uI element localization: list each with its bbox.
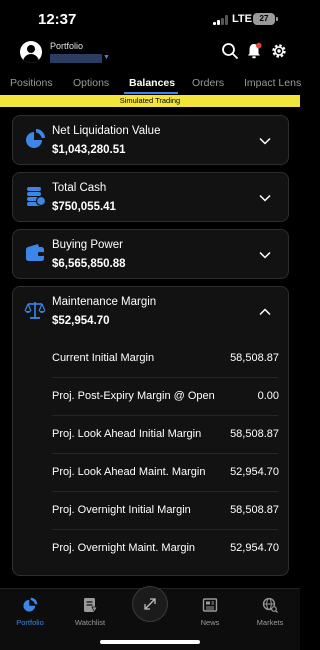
tab-positions[interactable]: Positions bbox=[10, 77, 53, 89]
nav-label: News bbox=[200, 618, 220, 627]
pie-chart-icon bbox=[26, 129, 45, 148]
net-liquidation-card[interactable]: Net Liquidation Value $1,043,280.51 bbox=[12, 115, 289, 165]
nav-markets[interactable]: Markets bbox=[244, 597, 296, 631]
home-indicator bbox=[100, 640, 200, 644]
card-title: Buying Power bbox=[52, 239, 123, 251]
margin-row: Proj. Overnight Initial Margin 58,508.87 bbox=[24, 491, 279, 529]
account-selector[interactable] bbox=[50, 54, 102, 63]
battery-cap bbox=[276, 17, 278, 21]
search-icon[interactable] bbox=[221, 42, 239, 60]
margin-row-value: 52,954.70 bbox=[230, 542, 279, 554]
chevron-down-icon[interactable] bbox=[258, 137, 272, 145]
nav-portfolio[interactable]: Portfolio bbox=[4, 597, 56, 631]
margin-row: Proj. Look Ahead Maint. Margin 52,954.70 bbox=[24, 453, 279, 491]
scales-icon bbox=[24, 302, 46, 319]
nav-label: Watchlist bbox=[74, 618, 106, 627]
nav-label: Markets bbox=[256, 618, 284, 627]
avatar[interactable] bbox=[20, 41, 42, 63]
chevron-down-icon[interactable] bbox=[258, 194, 272, 202]
tab-balances[interactable]: Balances bbox=[129, 77, 175, 89]
card-title: Total Cash bbox=[52, 182, 107, 194]
chevron-down-icon[interactable]: ▼ bbox=[103, 54, 110, 61]
tab-bar: Positions Options Balances Orders Impact… bbox=[0, 74, 301, 94]
margin-row-label: Proj. Post-Expiry Margin @ Open bbox=[52, 390, 215, 402]
status-time: 12:37 bbox=[38, 11, 77, 28]
pie-chart-icon bbox=[23, 597, 38, 612]
margin-row-label: Proj. Overnight Maint. Margin bbox=[52, 542, 196, 554]
tab-options[interactable]: Options bbox=[73, 77, 109, 89]
card-title: Net Liquidation Value bbox=[52, 125, 161, 137]
card-value: $6,565,850.88 bbox=[52, 258, 126, 270]
card-value: $750,055.41 bbox=[52, 201, 116, 213]
margin-row-label: Proj. Look Ahead Initial Margin bbox=[52, 428, 202, 440]
network-type: LTE bbox=[232, 13, 252, 25]
watchlist-icon bbox=[84, 598, 98, 613]
wallet-icon bbox=[26, 244, 44, 261]
app-header: Portfolio ▼ bbox=[0, 38, 300, 74]
portfolio-label: Portfolio bbox=[50, 41, 84, 51]
nav-expand-button[interactable] bbox=[132, 586, 168, 622]
globe-search-icon bbox=[262, 597, 278, 613]
maintenance-margin-card[interactable]: Maintenance Margin $52,954.70 Current In… bbox=[12, 286, 289, 576]
total-cash-card[interactable]: Total Cash $750,055.41 bbox=[12, 172, 289, 222]
chevron-up-icon[interactable] bbox=[258, 308, 272, 316]
battery-icon: 27 bbox=[253, 13, 275, 25]
margin-row-value: 0.00 bbox=[257, 390, 279, 402]
margin-row-value: 52,954.70 bbox=[230, 466, 279, 478]
nav-watchlist[interactable]: Watchlist bbox=[64, 597, 116, 631]
margin-row-label: Proj. Look Ahead Maint. Margin bbox=[52, 466, 206, 478]
battery-level: 27 bbox=[259, 14, 269, 23]
newspaper-icon bbox=[202, 598, 218, 612]
status-bar: 12:37 LTE 27 bbox=[0, 0, 300, 38]
margin-row: Proj. Look Ahead Initial Margin 58,508.8… bbox=[24, 415, 279, 453]
margin-row-label: Current Initial Margin bbox=[52, 352, 155, 364]
margin-row-label: Proj. Overnight Initial Margin bbox=[52, 504, 191, 516]
tab-orders[interactable]: Orders bbox=[192, 77, 224, 89]
expand-arrows-icon bbox=[144, 598, 156, 610]
settings-gear-icon[interactable] bbox=[270, 42, 288, 60]
coins-icon bbox=[27, 187, 46, 207]
card-title: Maintenance Margin bbox=[52, 296, 157, 308]
tab-impact-lens[interactable]: Impact Lens bbox=[244, 77, 301, 89]
active-tab-indicator bbox=[124, 92, 178, 94]
nav-label: Portfolio bbox=[16, 618, 44, 627]
margin-row: Proj. Post-Expiry Margin @ Open 0.00 bbox=[24, 377, 279, 415]
card-value: $52,954.70 bbox=[52, 315, 110, 327]
simulated-trading-banner: Simulated Trading bbox=[0, 95, 300, 107]
chevron-down-icon[interactable] bbox=[258, 251, 272, 259]
signal-icon bbox=[213, 15, 228, 25]
margin-row: Proj. Overnight Maint. Margin 52,954.70 bbox=[24, 529, 279, 567]
notification-bell-icon[interactable] bbox=[245, 42, 263, 60]
buying-power-card[interactable]: Buying Power $6,565,850.88 bbox=[12, 229, 289, 279]
margin-row: Current Initial Margin 58,508.87 bbox=[24, 339, 279, 377]
margin-row-value: 58,508.87 bbox=[230, 352, 279, 364]
card-value: $1,043,280.51 bbox=[52, 144, 126, 156]
nav-news[interactable]: News bbox=[184, 597, 236, 631]
margin-row-value: 58,508.87 bbox=[230, 504, 279, 516]
margin-row-value: 58,508.87 bbox=[230, 428, 279, 440]
